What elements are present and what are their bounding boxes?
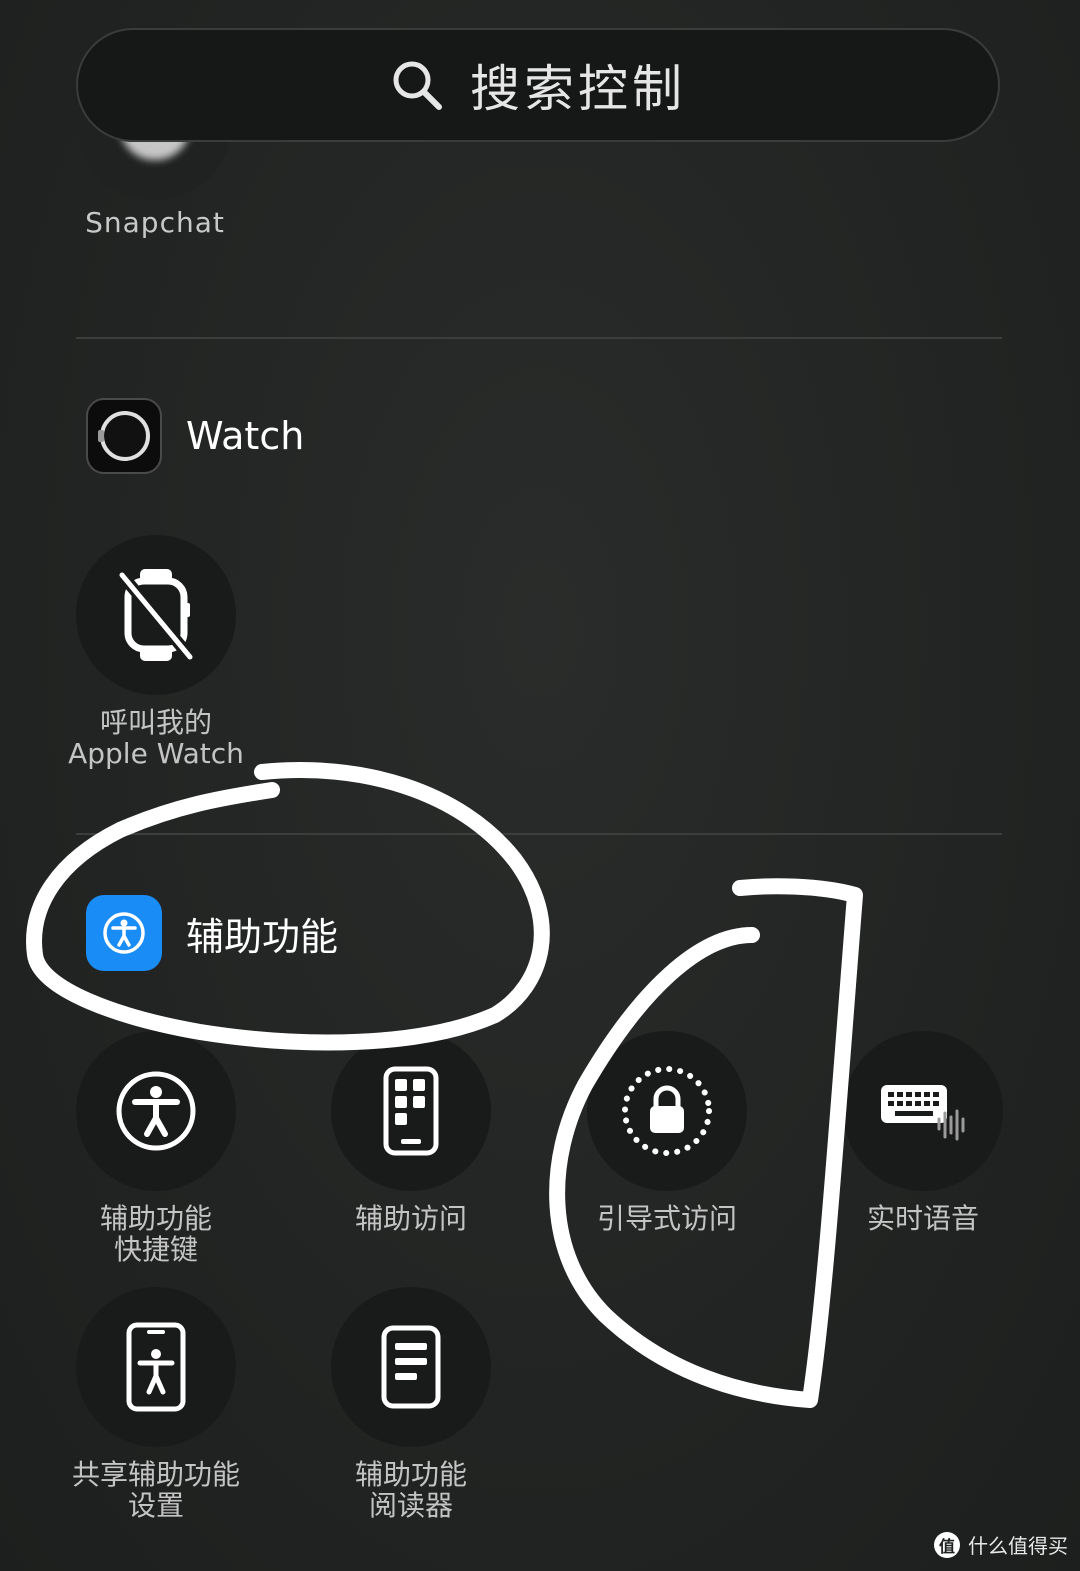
keyboard-waveform-icon	[881, 1085, 965, 1141]
guided-access-label: 引导式访问	[596, 1202, 737, 1235]
live-speech-label: 实时语音	[866, 1202, 979, 1235]
reader-icon	[381, 1325, 441, 1409]
assistive-access-icon	[383, 1066, 439, 1156]
watch-section-title: Watch	[186, 414, 305, 458]
ping-my-watch-control[interactable]: 呼叫我的 Apple Watch	[68, 535, 244, 769]
assistive-access-control[interactable]: 辅助访问	[331, 1031, 491, 1234]
share-settings-label-line2: 设置	[127, 1489, 184, 1522]
watch-section-header: Watch	[86, 398, 304, 474]
accessibility-app-icon	[86, 895, 162, 971]
reader-label-line1: 辅助功能	[354, 1458, 467, 1491]
share-settings-label-line1: 共享辅助功能	[71, 1458, 240, 1491]
ping-watch-label-line1: 呼叫我的	[99, 706, 212, 739]
guided-access-lock-icon	[622, 1066, 712, 1156]
reader-label-line2: 阅读器	[368, 1489, 453, 1522]
share-accessibility-settings-control[interactable]: 共享辅助功能 设置	[72, 1287, 240, 1521]
control-center-list: Snapchat 搜索控制 Watch 呼叫我的 Apple Watch 辅助功…	[0, 0, 1080, 1571]
accessibility-section-header: 辅助功能	[86, 895, 338, 971]
search-placeholder: 搜索控制	[470, 60, 686, 118]
accessibility-person-icon	[116, 1071, 196, 1151]
ping-watch-label-line2: Apple Watch	[68, 737, 244, 770]
guided-access-control[interactable]: 引导式访问	[587, 1031, 747, 1234]
assistive-access-label: 辅助访问	[354, 1202, 467, 1235]
accessibility-shortcut-label-line1: 辅助功能	[99, 1202, 212, 1235]
snapchat-label: Snapchat	[85, 206, 225, 239]
accessibility-shortcut-control[interactable]: 辅助功能 快捷键	[76, 1031, 236, 1265]
section-divider	[76, 337, 1002, 339]
live-speech-control[interactable]: 实时语音	[843, 1031, 1003, 1234]
search-controls-bar[interactable]: 搜索控制	[76, 28, 1000, 142]
watch-slash-icon	[116, 569, 196, 663]
search-icon	[393, 61, 442, 110]
accessibility-shortcut-label-line2: 快捷键	[113, 1233, 198, 1266]
accessibility-reader-control[interactable]: 辅助功能 阅读器	[331, 1287, 491, 1521]
accessibility-section-title: 辅助功能	[186, 914, 339, 959]
watch-app-icon	[86, 398, 162, 474]
watermark: 值 什么值得买	[934, 1530, 1068, 1559]
section-divider	[76, 833, 1002, 835]
watermark-badge: 值	[934, 1531, 960, 1558]
shared-accessibility-icon	[126, 1322, 186, 1412]
watermark-text: 什么值得买	[968, 1534, 1068, 1558]
